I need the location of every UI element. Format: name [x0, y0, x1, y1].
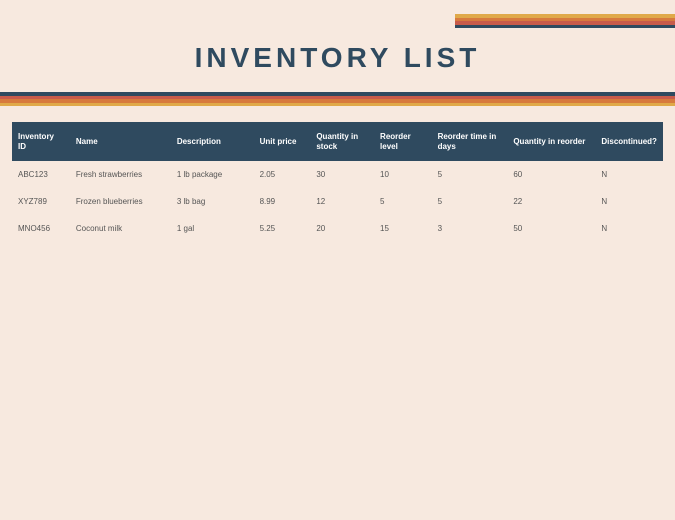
- table-wrap: Inventory ID Name Description Unit price…: [0, 122, 675, 242]
- cell-disc: N: [595, 161, 663, 188]
- col-header-name: Name: [70, 122, 171, 161]
- cell-time: 5: [432, 161, 508, 188]
- cell-price: 8.99: [254, 188, 311, 215]
- cell-qir: 60: [507, 161, 595, 188]
- cell-desc: 1 lb package: [171, 161, 254, 188]
- table-row: ABC123 Fresh strawberries 1 lb package 2…: [12, 161, 663, 188]
- cell-name: Frozen blueberries: [70, 188, 171, 215]
- col-header-id: Inventory ID: [12, 122, 70, 161]
- top-accent-stripes: [455, 14, 675, 28]
- cell-time: 3: [432, 215, 508, 242]
- stripe-yellow: [0, 103, 675, 107]
- title-area: INVENTORY LIST: [0, 0, 675, 74]
- col-header-unit-price: Unit price: [254, 122, 311, 161]
- cell-reorder: 10: [374, 161, 432, 188]
- cell-qty: 20: [310, 215, 374, 242]
- cell-desc: 3 lb bag: [171, 188, 254, 215]
- cell-id: ABC123: [12, 161, 70, 188]
- mid-accent-stripes: [0, 92, 675, 106]
- col-header-reorder-time: Reorder time in days: [432, 122, 508, 161]
- col-header-discontinued: Discontinued?: [595, 122, 663, 161]
- cell-reorder: 15: [374, 215, 432, 242]
- inventory-table: Inventory ID Name Description Unit price…: [12, 122, 663, 242]
- cell-disc: N: [595, 188, 663, 215]
- cell-qty: 12: [310, 188, 374, 215]
- cell-id: MNO456: [12, 215, 70, 242]
- cell-qir: 22: [507, 188, 595, 215]
- col-header-qty-in-stock: Quantity in stock: [310, 122, 374, 161]
- cell-name: Coconut milk: [70, 215, 171, 242]
- cell-qir: 50: [507, 215, 595, 242]
- cell-id: XYZ789: [12, 188, 70, 215]
- col-header-reorder-level: Reorder level: [374, 122, 432, 161]
- cell-reorder: 5: [374, 188, 432, 215]
- cell-price: 2.05: [254, 161, 311, 188]
- cell-price: 5.25: [254, 215, 311, 242]
- table-row: XYZ789 Frozen blueberries 3 lb bag 8.99 …: [12, 188, 663, 215]
- cell-name: Fresh strawberries: [70, 161, 171, 188]
- stripe-navy: [455, 25, 675, 29]
- cell-disc: N: [595, 215, 663, 242]
- col-header-description: Description: [171, 122, 254, 161]
- table-row: MNO456 Coconut milk 1 gal 5.25 20 15 3 5…: [12, 215, 663, 242]
- col-header-qty-in-reorder: Quantity in reorder: [507, 122, 595, 161]
- table-header-row: Inventory ID Name Description Unit price…: [12, 122, 663, 161]
- cell-qty: 30: [310, 161, 374, 188]
- page-title: INVENTORY LIST: [0, 42, 675, 74]
- cell-time: 5: [432, 188, 508, 215]
- cell-desc: 1 gal: [171, 215, 254, 242]
